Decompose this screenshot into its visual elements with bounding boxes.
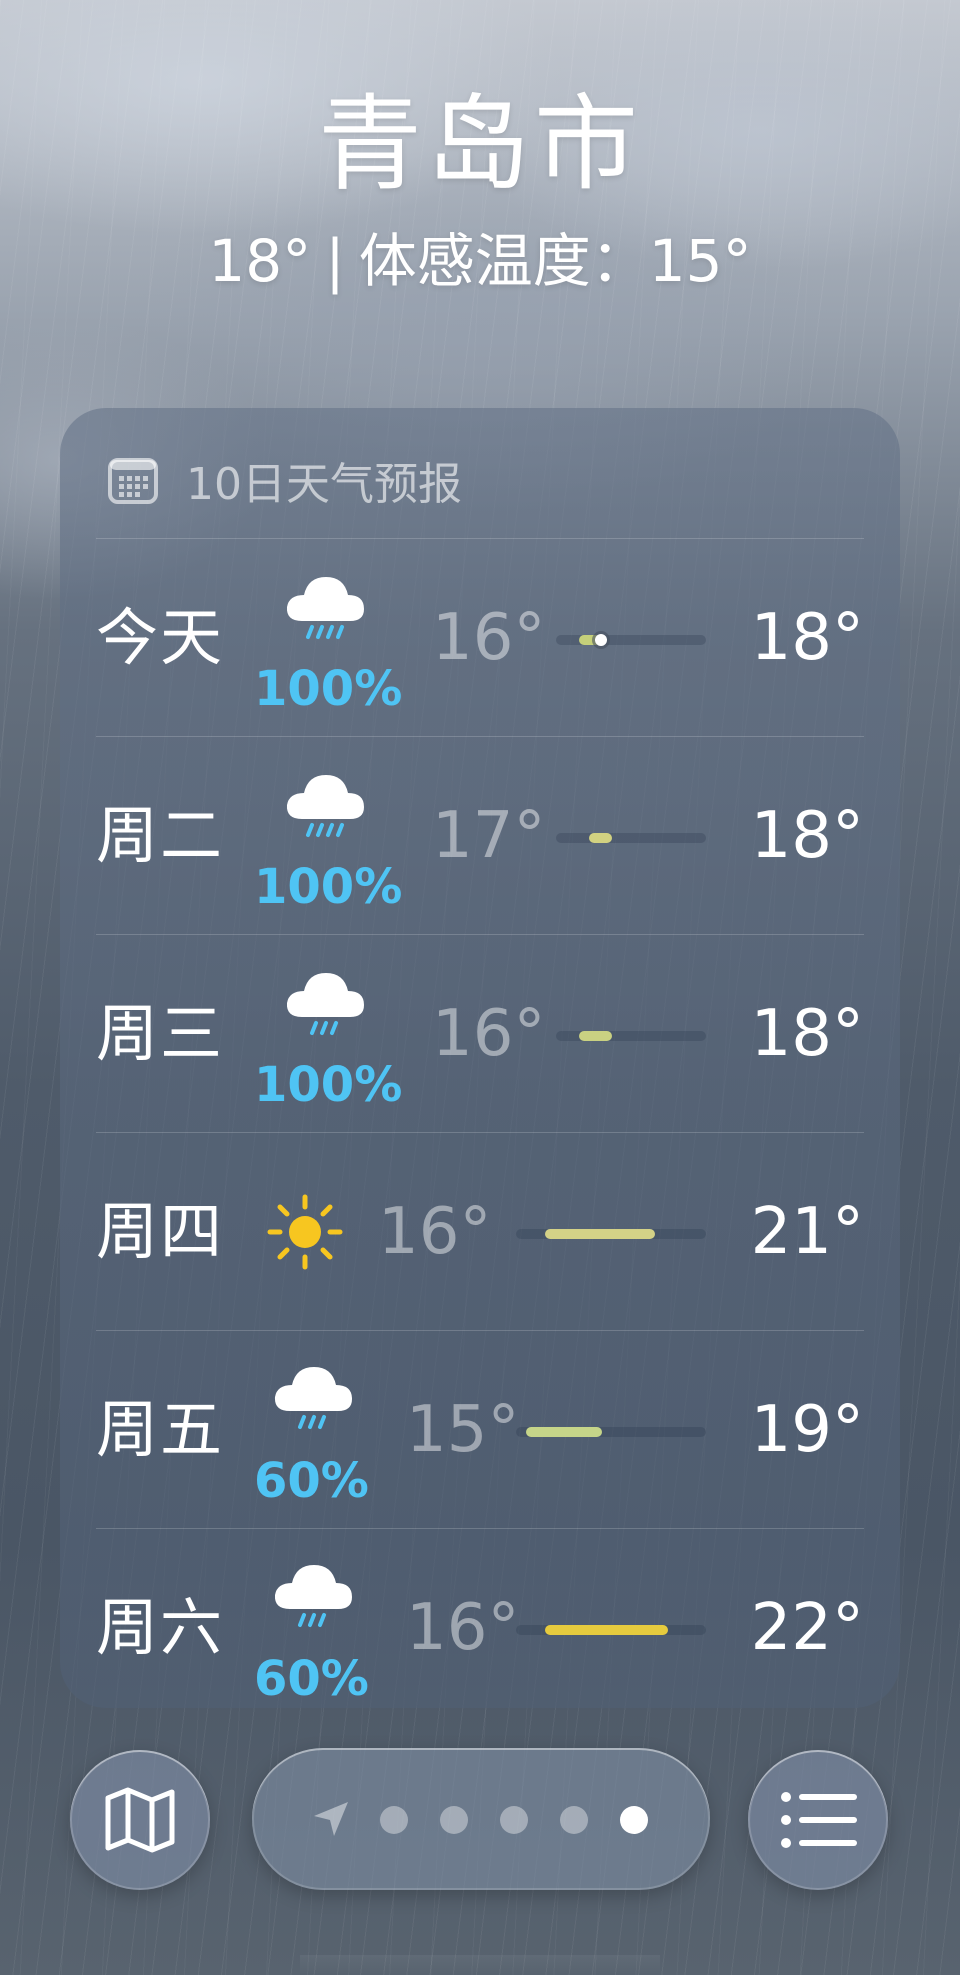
day-label: 周四 [96, 1195, 225, 1268]
high-temperature: 18° [750, 799, 864, 873]
city-list-button[interactable] [748, 1750, 888, 1890]
bottom-fade [300, 1955, 660, 1975]
cloud-rain-icon [286, 973, 364, 1035]
forecast-header: 10日天气预报 [108, 448, 462, 512]
forecast-title: 10日天气预报 [186, 459, 462, 510]
high-temperature: 18° [750, 997, 864, 1071]
day-label: 周三 [96, 997, 225, 1070]
precipitation-chance: 100% [254, 859, 403, 915]
cloud-rain-icon [286, 577, 364, 639]
precipitation-chance: 100% [254, 661, 403, 717]
forecast-row-saturday[interactable]: 周六 60% 16° 22° [96, 1528, 864, 1708]
sun-icon [267, 1194, 343, 1270]
current-temperature-marker [595, 634, 607, 646]
map-icon [105, 1787, 175, 1853]
temperature-range-bar [589, 833, 612, 843]
day-label: 周五 [96, 1393, 225, 1466]
page-dot-1[interactable] [380, 1806, 408, 1834]
high-temperature: 21° [750, 1195, 864, 1269]
forecast-row-thursday[interactable]: 周四 16° 21° [96, 1132, 864, 1331]
day-label: 今天 [96, 601, 225, 674]
temperature-range-track [516, 1625, 706, 1635]
page-dot-5-active[interactable] [620, 1806, 648, 1834]
feels-like-temperature: 15° [648, 227, 752, 295]
temperature-range-track [516, 1229, 706, 1239]
location-header: 青岛市 18° | 体感温度：15° [0, 80, 960, 296]
current-conditions: 18° | 体感温度：15° [0, 226, 960, 296]
temperature-range-track [556, 634, 706, 646]
temperature-range-track [556, 1031, 706, 1041]
temperature-range-bar [544, 1229, 655, 1239]
forecast-row-wednesday[interactable]: 周三 100% 16° 18° [96, 934, 864, 1133]
precipitation-chance: 100% [254, 1057, 403, 1113]
low-temperature: 16° [432, 997, 546, 1071]
current-temperature: 18° [208, 227, 312, 295]
calendar-icon [108, 458, 158, 504]
list-icon [781, 1792, 857, 1848]
page-dot-3[interactable] [500, 1806, 528, 1834]
high-temperature: 18° [750, 601, 864, 675]
cloud-rain-icon [274, 1367, 352, 1429]
cloud-rain-icon [286, 775, 364, 837]
map-button[interactable] [70, 1750, 210, 1890]
low-temperature: 16° [432, 601, 546, 675]
temperature-range-bar [544, 1625, 668, 1635]
low-temperature: 15° [406, 1393, 520, 1467]
cloud-rain-icon [274, 1565, 352, 1627]
feels-like-label: 体感温度： [358, 227, 649, 295]
ten-day-forecast-panel[interactable]: 10日天气预报 今天 100% 16° 18° 周二 100% 17° 18° … [60, 408, 900, 1708]
precipitation-chance: 60% [254, 1453, 369, 1509]
temperature-range-track [556, 833, 706, 843]
page-dot-2[interactable] [440, 1806, 468, 1834]
separator: | [325, 227, 345, 295]
temperature-range-bar [578, 1031, 612, 1041]
high-temperature: 19° [750, 1393, 864, 1467]
day-label: 周六 [96, 1591, 225, 1664]
day-label: 周二 [96, 799, 225, 872]
location-arrow-icon[interactable] [310, 1798, 352, 1840]
precipitation-chance: 60% [254, 1651, 369, 1707]
page-dot-4[interactable] [560, 1806, 588, 1834]
location-pager[interactable] [252, 1748, 710, 1890]
high-temperature: 22° [750, 1591, 864, 1665]
temperature-range-bar [525, 1427, 602, 1437]
low-temperature: 16° [406, 1591, 520, 1665]
low-temperature: 16° [378, 1195, 492, 1269]
forecast-row-tuesday[interactable]: 周二 100% 17° 18° [96, 736, 864, 935]
city-name: 青岛市 [317, 83, 642, 205]
temperature-range-track [516, 1427, 706, 1437]
low-temperature: 17° [432, 799, 546, 873]
forecast-row-friday[interactable]: 周五 60% 15° 19° [96, 1330, 864, 1529]
forecast-row-today[interactable]: 今天 100% 16° 18° [96, 538, 864, 737]
